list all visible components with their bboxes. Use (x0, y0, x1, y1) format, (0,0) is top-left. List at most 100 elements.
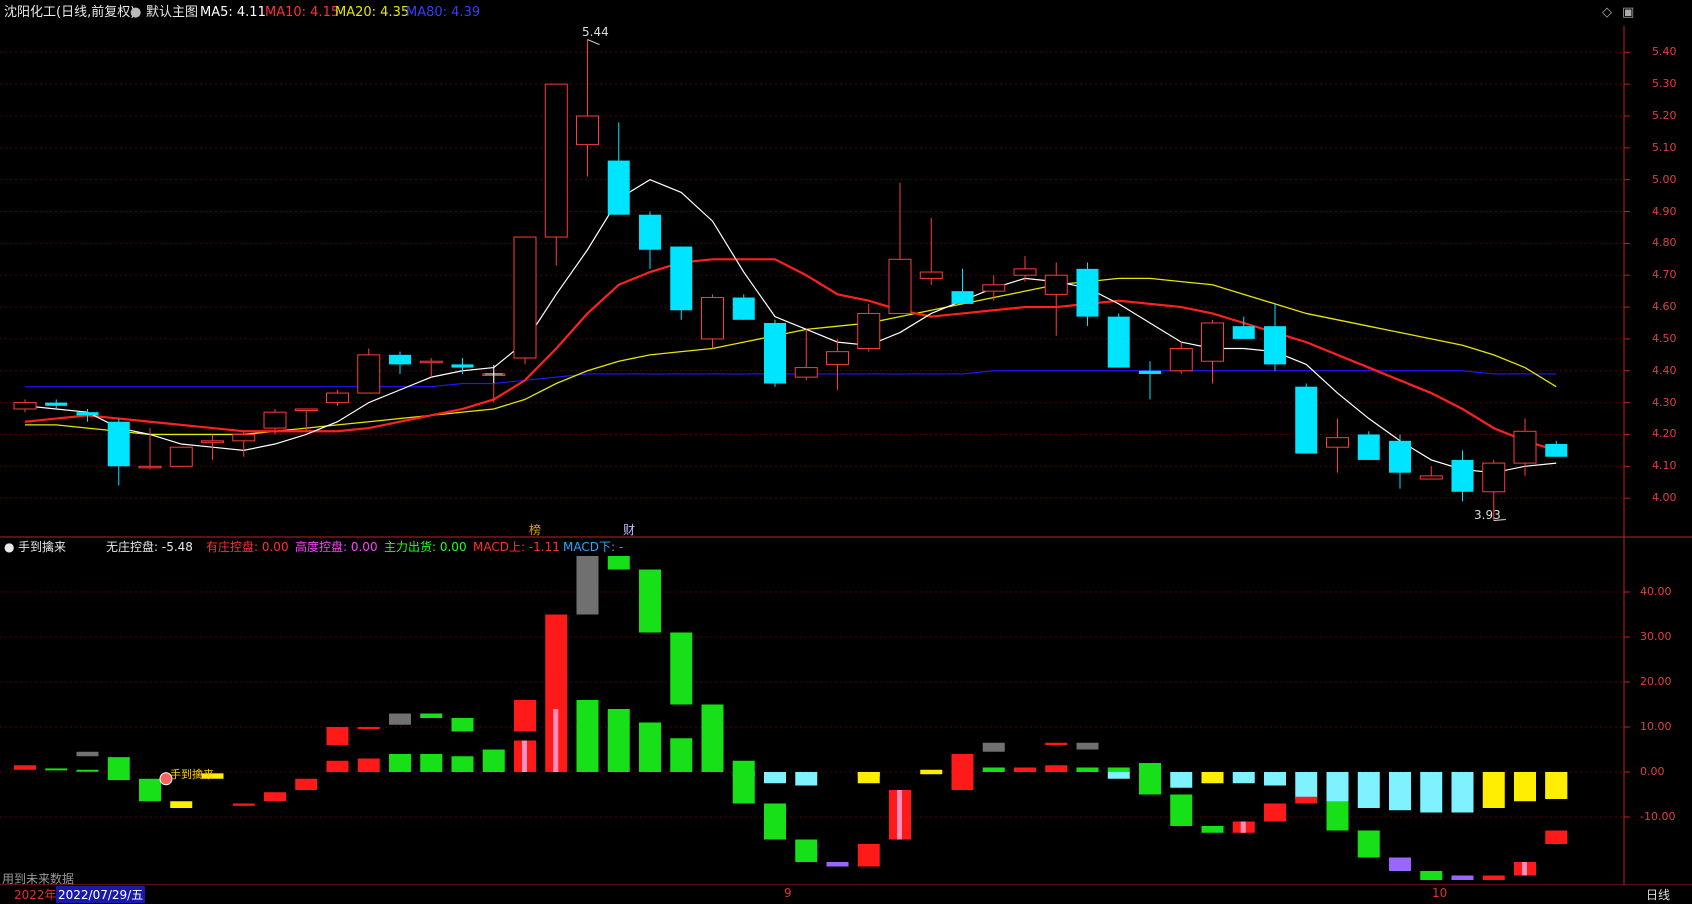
candle-body-up (982, 284, 1006, 292)
signal-bar (170, 801, 193, 808)
bang-badge[interactable]: 榜 (529, 522, 541, 537)
future-data-note: 用到未来数据 (2, 872, 75, 886)
candle-body-down (1389, 440, 1411, 473)
ma80-line (25, 370, 1557, 388)
signal-bar-green (607, 556, 630, 570)
price-tick-label: 5.00 (1652, 172, 1677, 186)
macd-down-bar (1451, 772, 1474, 813)
signal-bar (1201, 826, 1224, 833)
price-tick-label: 5.30 (1652, 77, 1677, 91)
candle-body-up (888, 258, 912, 314)
candle-body-down (45, 402, 68, 406)
candle-body-up (326, 392, 349, 404)
signal-bar (1107, 767, 1130, 772)
signal-bar (701, 749, 724, 772)
candle-body-up (357, 354, 381, 394)
signal-bar-stripe (897, 790, 902, 840)
signal-bar-gray (76, 751, 99, 757)
signal-bar-red (514, 700, 536, 732)
macd-yellow-bar (1514, 772, 1536, 802)
candle-body-up (232, 433, 256, 442)
candle-body-up (1201, 322, 1224, 362)
month-10-label: 10 (1432, 886, 1448, 900)
candle-body-down (1076, 268, 1099, 317)
candle-body-up (419, 360, 443, 364)
signal-bar-gray (1076, 742, 1099, 750)
price-tick-label: 4.40 (1652, 363, 1677, 377)
ma5-line (24, 179, 1557, 474)
candle-body-down (732, 297, 755, 320)
macd-down-bar (795, 772, 818, 786)
signal-bar (764, 803, 786, 840)
signal-bar (951, 754, 974, 790)
signal-bar-stripe (522, 740, 527, 772)
signal-bar-stripe (1522, 862, 1527, 876)
signal-bar (1045, 765, 1068, 772)
candle-body-up (1419, 475, 1443, 480)
indicator-tick-label: 30.00 (1640, 630, 1672, 643)
signal-bar-gray (389, 713, 411, 725)
candle-body-down (76, 412, 99, 416)
candle-body-down (1451, 459, 1474, 492)
macd-down-bar (1326, 772, 1349, 804)
hand-signal-label: 手到擒来 (170, 767, 214, 781)
macd-down-bar (1264, 772, 1286, 786)
signal-bar (295, 778, 318, 790)
signal-bar (139, 778, 161, 802)
candle-body-down (1139, 370, 1161, 374)
signal-bar-gray (576, 556, 599, 615)
candle-body-up (1482, 462, 1506, 493)
macd-down-bar (1357, 772, 1380, 808)
indicator-tick-label: 0.00 (1640, 765, 1665, 778)
cai-badge[interactable]: 财 (623, 523, 635, 537)
signal-bar (982, 767, 1005, 772)
price-tick-label: 4.80 (1652, 236, 1677, 250)
signal-bar (1545, 830, 1568, 844)
signal-bar (857, 844, 880, 867)
candle-body-up (169, 446, 193, 467)
signal-bar (1170, 794, 1193, 826)
signal-bar (420, 754, 443, 772)
price-tick-label: 4.30 (1652, 395, 1677, 409)
candle-body-up (201, 440, 224, 443)
price-tick-label: 4.60 (1652, 300, 1677, 314)
signal-bar (14, 765, 36, 770)
high-pointer (587, 39, 600, 46)
candle-body-down (670, 246, 693, 311)
candle-body-down (107, 421, 130, 467)
signal-bar-red (326, 727, 349, 745)
price-tick-label: 4.90 (1652, 204, 1677, 218)
candle-body-down (639, 214, 661, 250)
signal-bar (1420, 871, 1443, 880)
signal-bar (1357, 830, 1380, 858)
signal-bar (1014, 767, 1036, 772)
price-tick-label: 5.40 (1652, 45, 1677, 59)
signal-bar (357, 758, 380, 772)
signal-bar (45, 768, 68, 771)
ma20-line (25, 277, 1557, 436)
candle-body-down (764, 322, 786, 384)
candle-body-up (919, 271, 943, 279)
signal-bar (389, 754, 411, 772)
low-price-label: 3.93 (1474, 508, 1501, 522)
signal-bar (1451, 875, 1474, 880)
macd-yellow-bar (1545, 772, 1568, 799)
candle-body-up (701, 297, 724, 340)
signal-bar-stripe (553, 709, 559, 772)
candle-body-down (607, 160, 630, 215)
signal-bar (1264, 803, 1286, 822)
period-label[interactable]: 日线 (1646, 886, 1670, 903)
candle-body-up (794, 367, 818, 378)
signal-bar-green (701, 704, 724, 750)
candle-body-up (1513, 430, 1537, 464)
kline-chart[interactable]: 5.44 3.93 榜 财 手到擒来 (0, 0, 1692, 904)
signal-bar (732, 760, 755, 804)
signal-bar (826, 862, 849, 867)
candle-body-down (1264, 326, 1286, 365)
candle-body-down (951, 291, 974, 304)
signal-bar (1326, 801, 1349, 831)
candle-body-up (544, 83, 568, 238)
high-price-label: 5.44 (582, 25, 609, 39)
macd-yellow-bar (1482, 772, 1505, 808)
macd-down-bar (1170, 772, 1193, 788)
